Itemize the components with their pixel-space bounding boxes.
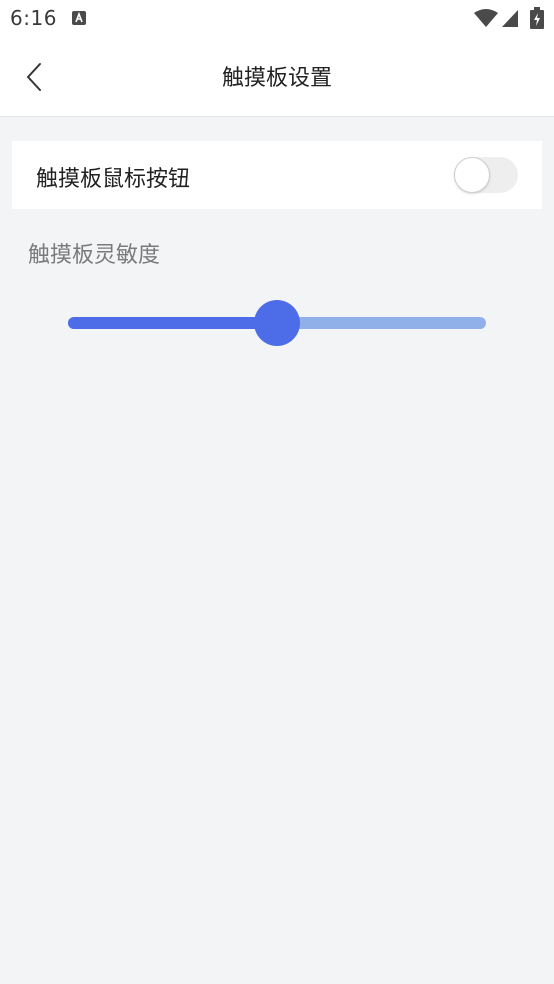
sensitivity-label: 触摸板灵敏度 [28, 243, 161, 268]
header: 触摸板设置 [0, 38, 554, 117]
mouse-button-setting-row: 触摸板鼠标按钮 [12, 141, 542, 209]
page-title: 触摸板设置 [221, 66, 332, 91]
sensitivity-slider[interactable] [68, 300, 486, 346]
status-time: 6:16 [10, 6, 57, 30]
notification-a-icon [72, 11, 86, 25]
mouse-button-label: 触摸板鼠标按钮 [36, 167, 191, 192]
slider-thumb[interactable] [254, 300, 300, 346]
wifi-icon [474, 9, 498, 27]
mouse-button-toggle[interactable] [454, 157, 518, 193]
slider-fill [68, 317, 277, 329]
toggle-knob [454, 157, 490, 193]
cell-signal-icon [502, 10, 518, 27]
status-bar: 6:16 [0, 0, 554, 38]
battery-charging-icon [530, 7, 544, 29]
